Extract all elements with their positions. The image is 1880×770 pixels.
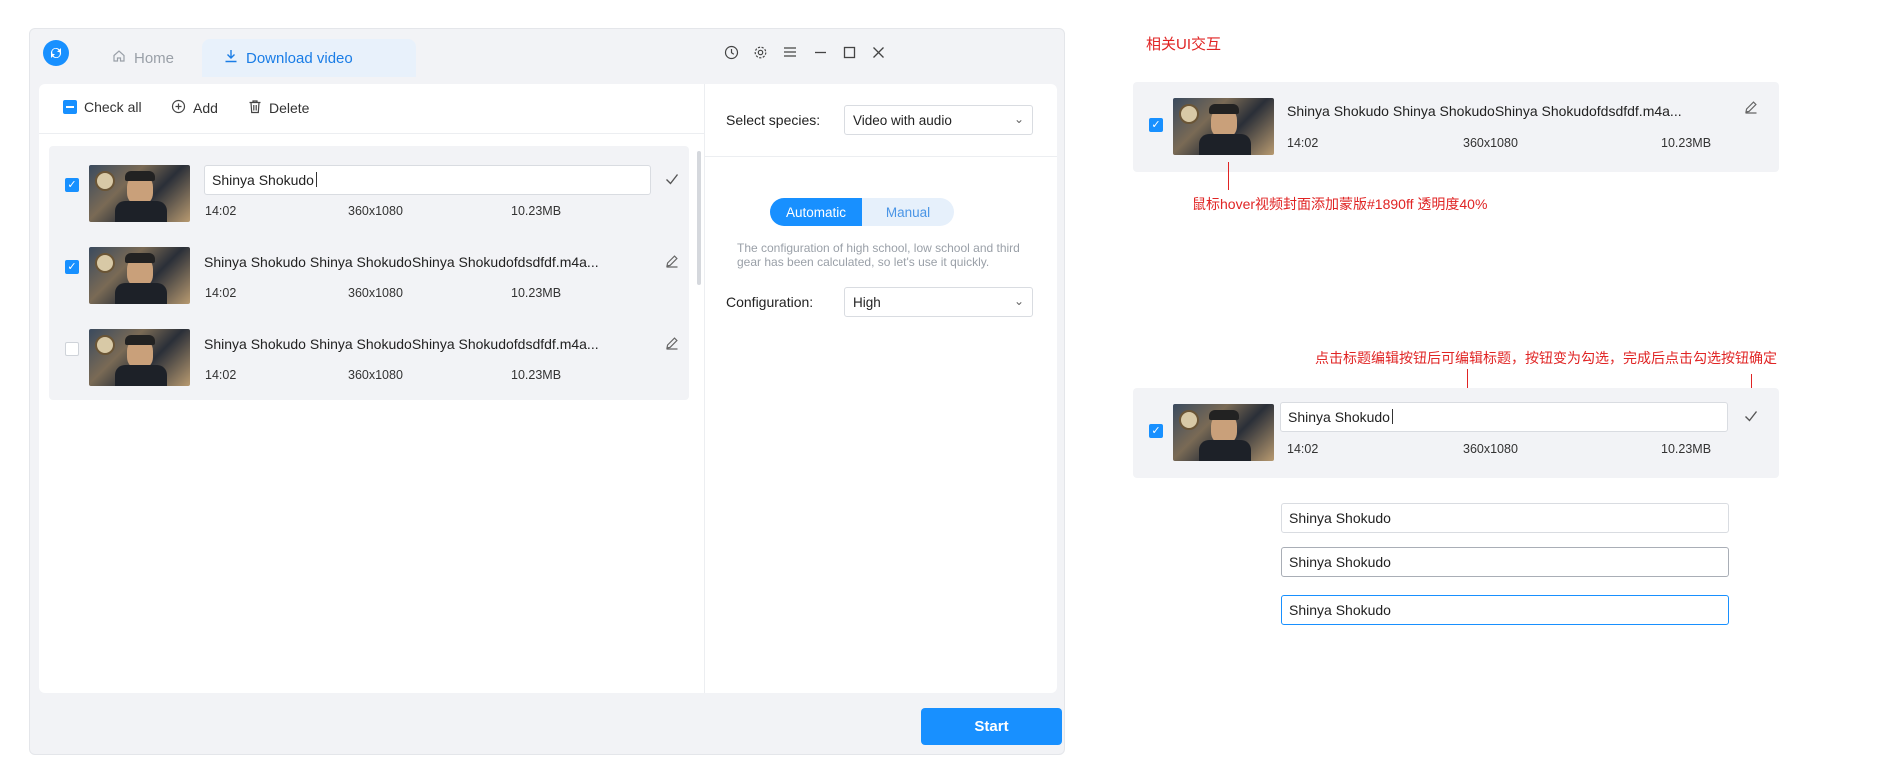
item-checkbox[interactable]: ✓: [1149, 118, 1163, 132]
main-panel: Check all Add Delete ✓ Shinya Shokudo 14…: [39, 84, 1057, 693]
item-resolution: 360x1080: [1463, 442, 1518, 456]
item-duration: 14:02: [1287, 136, 1319, 150]
item-title: Shinya Shokudo Shinya ShokudoShinya Shok…: [204, 336, 599, 352]
check-all-button[interactable]: Check all: [63, 99, 142, 115]
home-icon: [112, 49, 126, 67]
species-value: Video with audio: [853, 113, 952, 128]
config-label: Configuration:: [726, 294, 814, 310]
item-size: 10.23MB: [1661, 442, 1712, 456]
mode-toggle: Automatic Manual: [770, 198, 954, 226]
hover-annotation: 鼠标hover视频封面添加蒙版#1890ff 透明度40%: [1192, 196, 1488, 212]
species-select[interactable]: Video with audio ⌄: [844, 105, 1033, 135]
mode-automatic-button[interactable]: Automatic: [770, 198, 862, 226]
item-duration: 14:02: [1287, 442, 1319, 456]
video-thumbnail[interactable]: [89, 247, 190, 304]
item-resolution: 360x1080: [348, 204, 403, 218]
item-duration: 14:02: [205, 368, 237, 382]
item-resolution: 360x1080: [1463, 136, 1518, 150]
item-title: Shinya Shokudo Shinya ShokudoShinya Shok…: [1287, 103, 1682, 119]
confirm-check-icon[interactable]: [661, 168, 683, 190]
edit-pencil-icon[interactable]: [661, 332, 683, 354]
item-title: Shinya Shokudo Shinya ShokudoShinya Shok…: [204, 254, 599, 270]
annotation-title: 相关UI交互: [1146, 36, 1222, 53]
edit-annotation: 点击标题编辑按钮后可编辑标题，按钮变为勾选，完成后点击勾选按钮确定: [1315, 350, 1777, 366]
mode-description: The configuration of high school, low sc…: [737, 241, 1020, 269]
tab-download-label: Download video: [246, 49, 353, 67]
list-toolbar: Check all Add Delete: [39, 84, 704, 134]
settings-divider: [705, 156, 1057, 157]
delete-label: Delete: [269, 100, 310, 116]
edit-pencil-icon[interactable]: [661, 250, 683, 272]
app-logo-icon: [43, 40, 69, 66]
start-button[interactable]: Start: [921, 708, 1062, 745]
species-label: Select species:: [726, 112, 821, 128]
mode-manual-button[interactable]: Manual: [862, 198, 954, 226]
title-edit-input[interactable]: Shinya Shokudo: [204, 165, 651, 195]
edit-pencil-icon[interactable]: [1740, 96, 1762, 118]
history-icon[interactable]: [720, 41, 742, 63]
input-state-focus[interactable]: Shinya Shokudo: [1281, 595, 1729, 625]
download-icon: [224, 49, 238, 67]
list-item[interactable]: ✓ Shinya Shokudo 14:02 360x1080 10.23MB: [49, 146, 689, 236]
chevron-down-icon: ⌄: [1013, 112, 1024, 126]
title-edit-input[interactable]: Shinya Shokudo: [1280, 402, 1728, 432]
item-checkbox[interactable]: [65, 342, 79, 356]
title-bar: Home Download video: [30, 29, 1064, 77]
item-checkbox[interactable]: ✓: [65, 178, 79, 192]
tab-download-video[interactable]: Download video: [202, 39, 416, 77]
chevron-down-icon: ⌄: [1013, 294, 1024, 308]
video-thumbnail[interactable]: [1173, 98, 1274, 155]
add-button[interactable]: Add: [171, 99, 218, 117]
title-edit-value: Shinya Shokudo: [212, 172, 314, 188]
minimize-icon[interactable]: [809, 41, 831, 63]
item-duration: 14:02: [205, 204, 237, 218]
list-item[interactable]: ✓ Shinya Shokudo Shinya ShokudoShinya Sh…: [49, 228, 689, 318]
demo-card-hover: ✓ Shinya Shokudo Shinya ShokudoShinya Sh…: [1133, 82, 1779, 172]
tab-home[interactable]: Home: [90, 39, 196, 77]
confirm-check-icon[interactable]: [1740, 405, 1762, 427]
tab-home-label: Home: [134, 49, 175, 67]
settings-panel: Select species: Video with audio ⌄ Autom…: [705, 84, 1057, 693]
item-size: 10.23MB: [511, 368, 562, 382]
add-icon: [171, 99, 186, 117]
menu-icon[interactable]: [779, 41, 801, 63]
item-size: 10.23MB: [511, 286, 562, 300]
config-select[interactable]: High ⌄: [844, 287, 1033, 317]
config-value: High: [853, 295, 881, 310]
video-thumbnail[interactable]: [1173, 404, 1274, 461]
item-checkbox[interactable]: ✓: [1149, 424, 1163, 438]
list-item[interactable]: Shinya Shokudo Shinya ShokudoShinya Shok…: [49, 310, 689, 400]
demo-card-editing: ✓ Shinya Shokudo 14:02 360x1080 10.23MB: [1133, 388, 1779, 478]
maximize-icon[interactable]: [838, 41, 860, 63]
item-size: 10.23MB: [1661, 136, 1712, 150]
app-window: Home Download video Check all Add Delete…: [29, 28, 1065, 755]
input-state-default[interactable]: Shinya Shokudo: [1281, 503, 1729, 533]
input-state-hover[interactable]: Shinya Shokudo: [1281, 547, 1729, 577]
title-edit-value: Shinya Shokudo: [1288, 409, 1390, 425]
video-thumbnail[interactable]: [89, 165, 190, 222]
item-size: 10.23MB: [511, 204, 562, 218]
trash-icon: [248, 99, 262, 117]
close-icon[interactable]: [867, 41, 889, 63]
annotation-pointer: [1228, 162, 1229, 190]
video-thumbnail[interactable]: [89, 329, 190, 386]
item-checkbox[interactable]: ✓: [65, 260, 79, 274]
settings-icon[interactable]: [749, 41, 771, 63]
item-duration: 14:02: [205, 286, 237, 300]
item-resolution: 360x1080: [348, 368, 403, 382]
check-all-label: Check all: [84, 99, 142, 115]
delete-button[interactable]: Delete: [248, 99, 309, 117]
add-label: Add: [193, 100, 218, 116]
check-all-checkbox[interactable]: [63, 100, 77, 114]
item-resolution: 360x1080: [348, 286, 403, 300]
list-scrollbar[interactable]: [697, 151, 701, 285]
